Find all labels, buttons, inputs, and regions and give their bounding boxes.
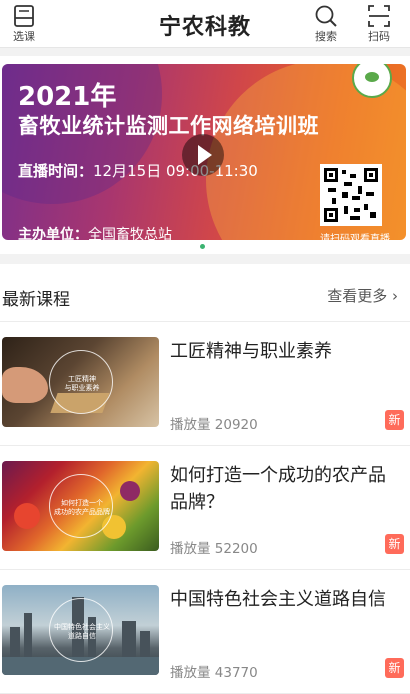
search-icon [315, 5, 337, 27]
course-item[interactable]: 工匠精神 与职业素养 工匠精神与职业素养 播放量 20920 新 [0, 322, 410, 446]
course-thumbnail: 工匠精神 与职业素养 [2, 337, 159, 427]
course-views: 播放量 43770 [170, 665, 258, 681]
play-icon[interactable] [182, 134, 224, 176]
select-course-button[interactable]: 选课 [2, 2, 46, 46]
course-item[interactable]: 中国特色社会主义 道路自信 中国特色社会主义道路自信 播放量 43770 新 [0, 570, 410, 694]
course-item[interactable]: 如何打造一个 成功的农产品品牌 如何打造一个成功的农产品品牌？ 播放量 5220… [0, 446, 410, 570]
banner-time-value: 12月15日 09:00-11:30 [93, 162, 258, 180]
thumbnail-decoration [140, 631, 150, 657]
thumbnail-decoration [14, 503, 40, 529]
select-course-label: 选课 [13, 30, 35, 43]
course-title: 如何打造一个成功的农产品品牌？ [170, 465, 386, 513]
section-header: 最新课程 查看更多 › [0, 264, 410, 322]
course-title: 中国特色社会主义道路自信 [170, 589, 386, 610]
thumbnail-caption: 中国特色社会主义 道路自信 [54, 623, 110, 640]
course-title: 工匠精神与职业素养 [170, 341, 332, 362]
latest-courses-section: 最新课程 查看更多 › 工匠精神 与职业素养 工匠精神与职业素养 播放量 209… [0, 264, 410, 694]
qr-caption: 请扫码观看直播 [320, 234, 390, 240]
banner-host-value: 全国畜牧总站 [88, 227, 172, 240]
page-title: 宁农科教 [158, 15, 251, 40]
course-views: 播放量 52200 [170, 541, 258, 557]
book-icon [14, 5, 34, 27]
banner-carousel: 2021年 畜牧业统计监测工作网络培训班 直播时间：12月15日 09:00-1… [0, 56, 410, 254]
course-thumbnail: 中国特色社会主义 道路自信 [2, 585, 159, 675]
live-banner[interactable]: 2021年 畜牧业统计监测工作网络培训班 直播时间：12月15日 09:00-1… [2, 64, 406, 240]
qr-code-icon [320, 164, 382, 226]
banner-event-name: 畜牧业统计监测工作网络培训班 [18, 114, 319, 138]
course-thumbnail: 如何打造一个 成功的农产品品牌 [2, 461, 159, 551]
thumbnail-caption: 工匠精神 与职业素养 [64, 375, 100, 392]
new-badge: 新 [385, 658, 404, 678]
banner-host-label: 主办单位： [18, 227, 88, 240]
section-title: 最新课程 [2, 290, 70, 310]
banner-year: 2021年 [18, 82, 117, 112]
banner-time-label: 直播时间： [18, 162, 94, 180]
new-badge: 新 [385, 534, 404, 554]
scan-icon [368, 5, 390, 27]
thumbnail-caption: 如何打造一个 成功的农产品品牌 [54, 499, 110, 516]
course-views: 播放量 20920 [170, 417, 258, 433]
thumbnail-decoration [120, 481, 140, 501]
thumbnail-decoration [10, 627, 20, 657]
view-more-link[interactable]: 查看更多 › [327, 285, 398, 306]
carousel-indicator[interactable] [200, 244, 205, 249]
scan-label: 扫码 [368, 30, 390, 43]
banner-host: 主办单位：全国畜牧总站 [18, 224, 172, 240]
scan-button[interactable]: 扫码 [357, 2, 401, 46]
thumbnail-decoration [24, 613, 32, 657]
search-label: 搜索 [315, 30, 337, 43]
new-badge: 新 [385, 410, 404, 430]
search-button[interactable]: 搜索 [304, 2, 348, 46]
app-header: 选课 宁农科教 搜索 扫码 [0, 0, 410, 48]
thumbnail-decoration [122, 621, 136, 657]
